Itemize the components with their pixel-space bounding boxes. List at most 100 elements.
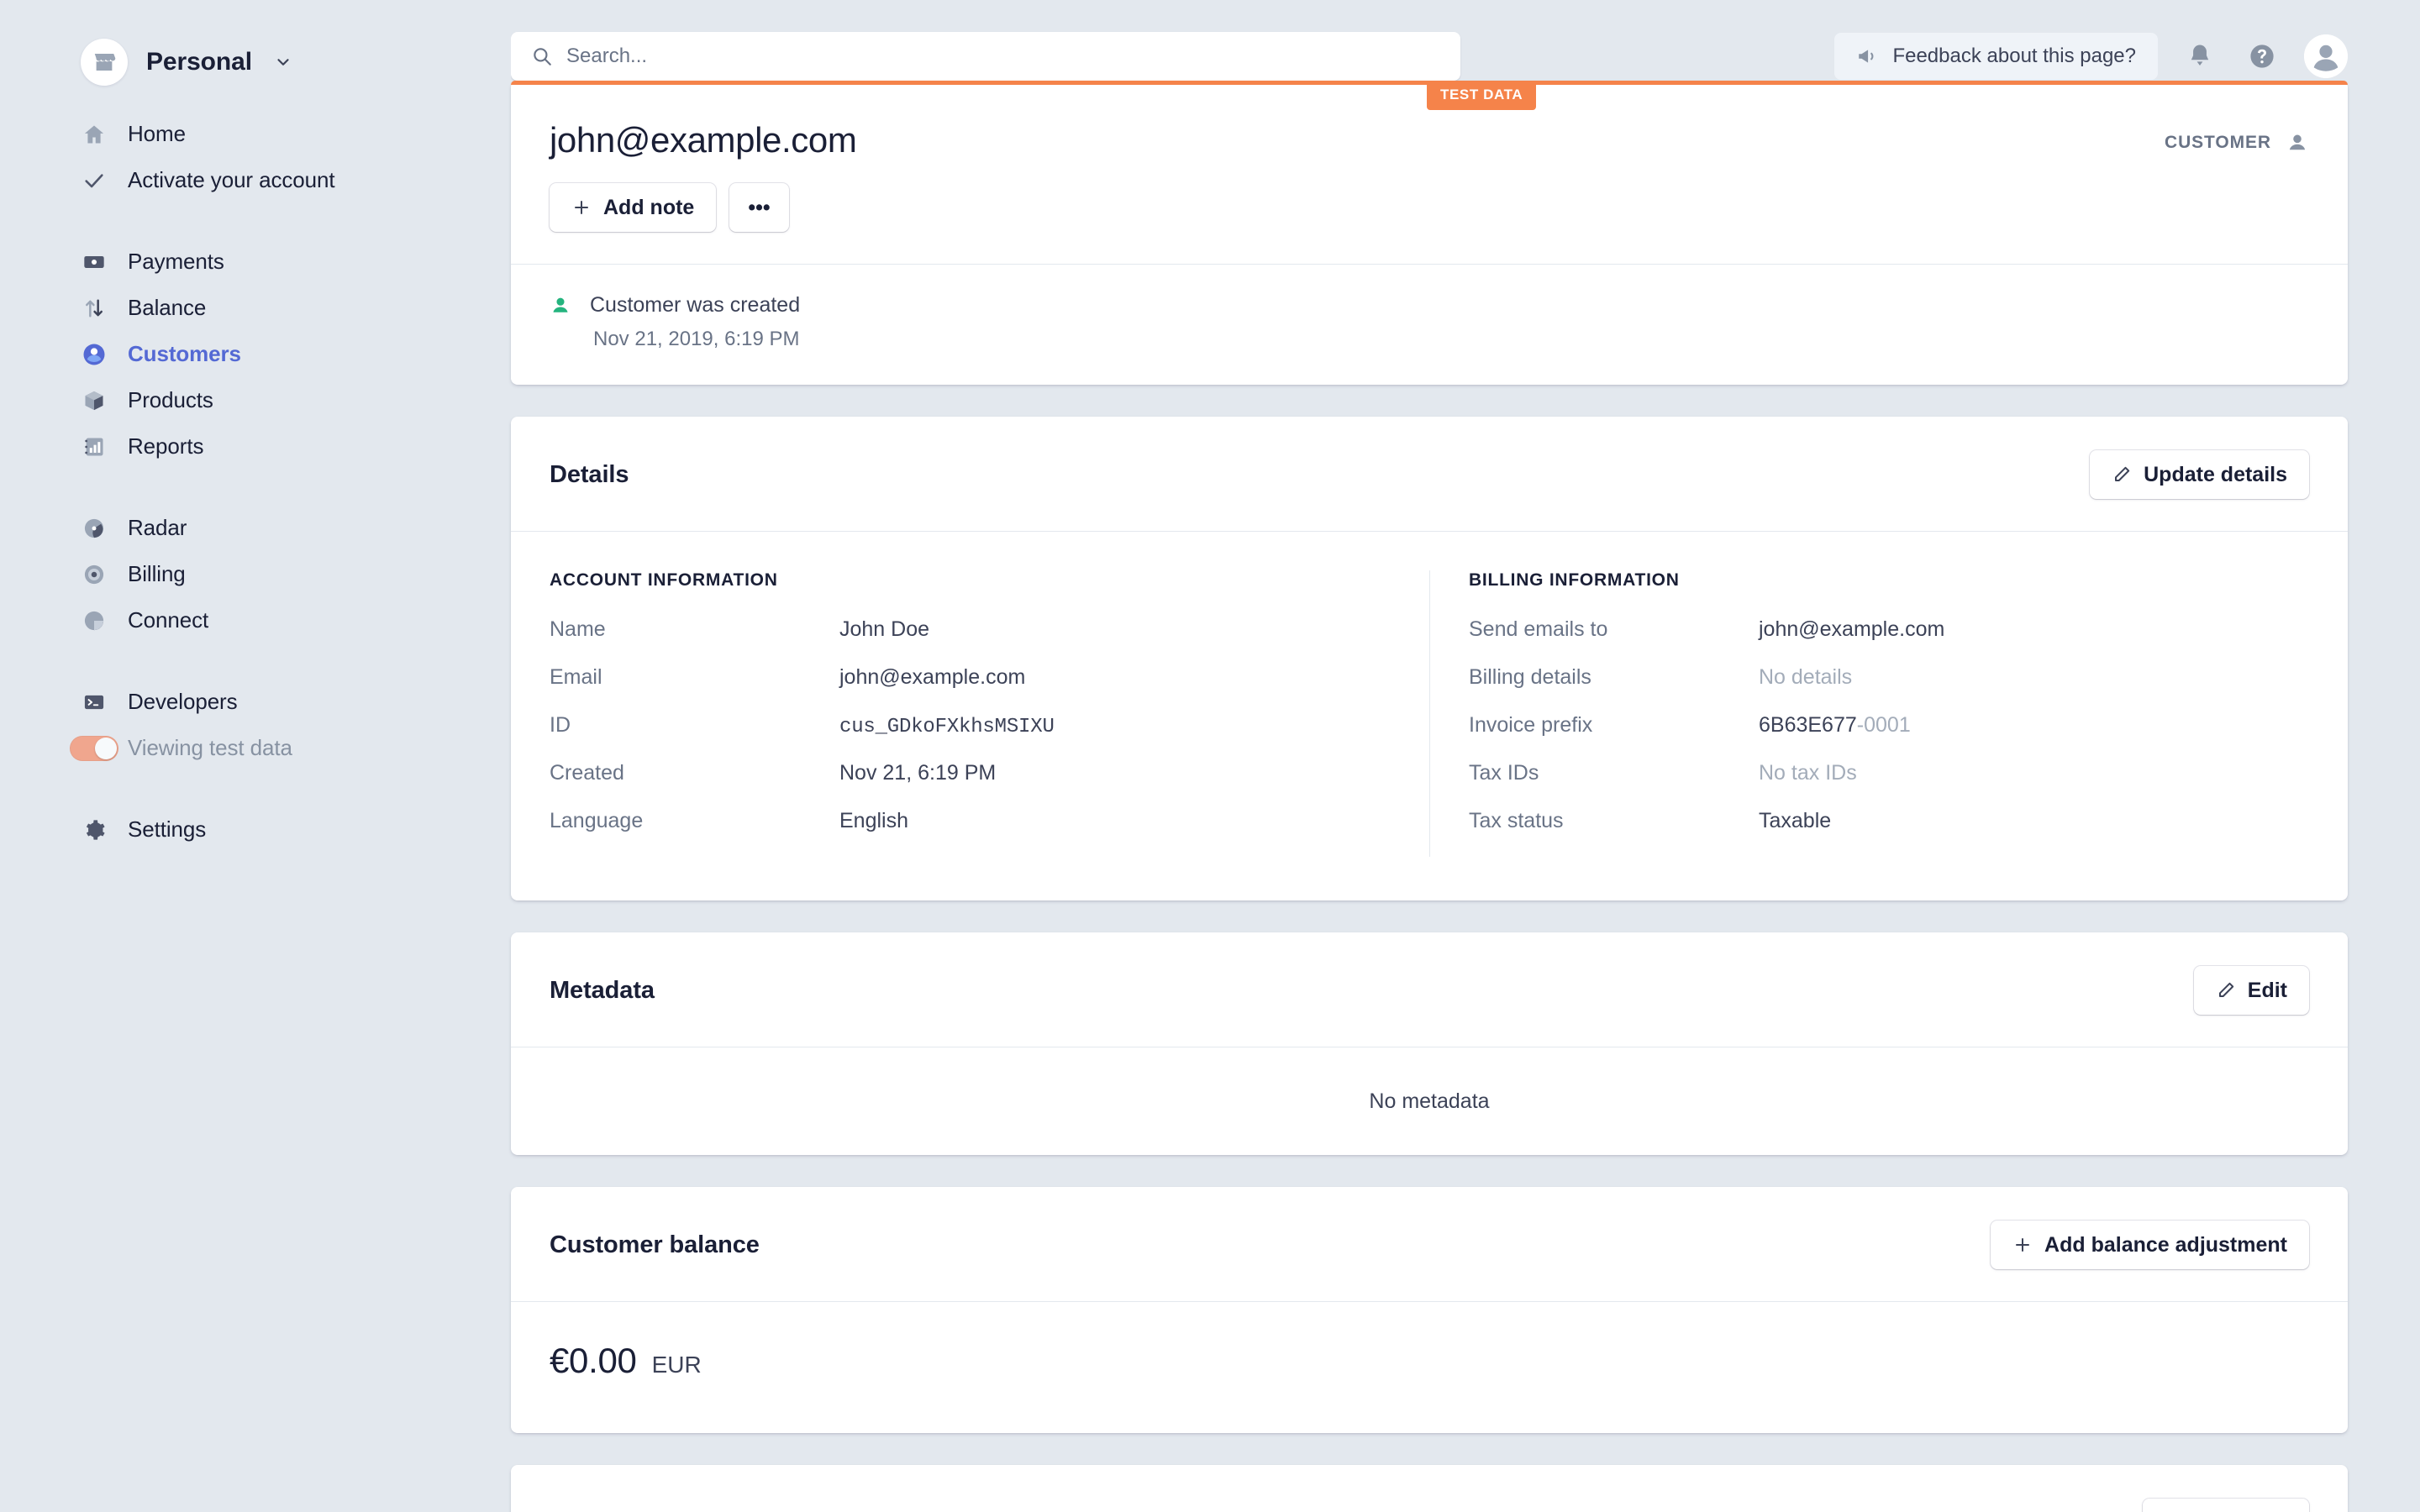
edit-metadata-button[interactable]: Edit — [2194, 966, 2309, 1015]
top-bar: Feedback about this page? — [511, 0, 2420, 81]
sidebar-item-label: Developers — [128, 689, 238, 715]
detail-value: No details — [1759, 665, 1852, 690]
top-bar-actions: Feedback about this page? — [1834, 32, 2348, 81]
search-bar[interactable] — [511, 32, 1460, 81]
ellipsis-icon: ••• — [748, 196, 770, 220]
balance-arrows-icon — [81, 295, 108, 322]
sidebar-item-radar[interactable]: Radar — [0, 505, 511, 551]
connect-icon — [81, 607, 108, 634]
sidebar-group-developers: Developers Viewing test data — [0, 679, 511, 771]
detail-row: Invoice prefix 6B63E677-0001 — [1469, 713, 2275, 761]
sidebar-item-label: Radar — [128, 515, 187, 541]
sidebar-item-payments[interactable]: Payments — [0, 239, 511, 285]
detail-value: Nov 21, 6:19 PM — [839, 761, 996, 785]
sidebar-item-billing[interactable]: Billing — [0, 551, 511, 597]
detail-value: john@example.com — [839, 665, 1025, 690]
sidebar-item-balance[interactable]: Balance — [0, 285, 511, 331]
sidebar-item-label: Activate your account — [128, 167, 334, 193]
sidebar-item-activate-your-account[interactable]: Activate your account — [0, 157, 511, 203]
sidebar-item-customers[interactable]: Customers — [0, 331, 511, 377]
detail-row: Tax IDs No tax IDs — [1469, 761, 2275, 809]
sidebar-group-primary: Home Activate your account — [0, 111, 511, 203]
main-area: Feedback about this page? — [511, 0, 2420, 1512]
sidebar-item-viewing-test-data[interactable]: Viewing test data — [0, 725, 511, 771]
detail-key: Billing details — [1469, 665, 1759, 690]
test-data-badge: TEST DATA — [1427, 81, 1536, 110]
customer-header-card: TEST DATA john@example.com Add note — [511, 81, 2348, 385]
edit-metadata-label: Edit — [2248, 979, 2287, 1003]
balance-currency: EUR — [652, 1352, 702, 1378]
account-switcher[interactable]: Personal — [0, 0, 511, 92]
feedback-label: Feedback about this page? — [1892, 45, 2136, 68]
invoice-prefix-suffix: -0001 — [1857, 713, 1911, 737]
search-icon — [531, 45, 553, 67]
gear-icon — [81, 816, 108, 843]
update-details-button[interactable]: Update details — [2090, 450, 2309, 499]
toggle-on-icon[interactable] — [81, 735, 108, 762]
sidebar-item-label: Settings — [128, 816, 206, 843]
sidebar-item-developers[interactable]: Developers — [0, 679, 511, 725]
detail-value: Taxable — [1759, 809, 1831, 833]
object-type-tag: CUSTOMER — [2165, 121, 2309, 155]
feedback-button[interactable]: Feedback about this page? — [1834, 33, 2158, 80]
detail-key: Tax status — [1469, 809, 1759, 833]
add-balance-adjustment-label: Add balance adjustment — [2044, 1233, 2287, 1257]
sidebar-item-connect[interactable]: Connect — [0, 597, 511, 643]
sidebar-item-label: Payments — [128, 249, 224, 275]
plus-icon — [571, 197, 592, 218]
detail-value: No tax IDs — [1759, 761, 1857, 785]
detail-row: Created Nov 21, 6:19 PM — [550, 761, 1396, 809]
detail-row: ID cus_GDkoFXkhsMSIXU — [550, 713, 1396, 761]
products-box-icon — [81, 387, 108, 414]
detail-row: Tax status Taxable — [1469, 809, 2275, 857]
account-information-column: ACCOUNT INFORMATION Name John Doe Email … — [550, 570, 1429, 857]
search-input[interactable] — [566, 45, 1440, 68]
person-green-icon — [550, 295, 571, 317]
app-root: Personal Home Activate your account — [0, 0, 2420, 1512]
question-circle-icon[interactable] — [2242, 36, 2282, 76]
sidebar-item-settings[interactable]: Settings — [0, 806, 511, 853]
detail-value: John Doe — [839, 617, 929, 642]
sidebar-item-label: Customers — [128, 341, 241, 367]
page-title: john@example.com — [550, 121, 856, 160]
sidebar-item-products[interactable]: Products — [0, 377, 511, 423]
sidebar-item-label: Products — [128, 387, 213, 413]
details-title: Details — [550, 461, 629, 489]
invoice-prefix-value: 6B63E677 — [1759, 713, 1857, 737]
sidebar-group-settings: Settings — [0, 806, 511, 853]
balance-amount: €0.00 — [550, 1341, 637, 1381]
account-name: Personal — [146, 48, 252, 76]
metadata-title: Metadata — [550, 977, 655, 1005]
detail-value: English — [839, 809, 908, 833]
sidebar-item-label: Connect — [128, 607, 208, 633]
detail-row: Send emails to john@example.com — [1469, 617, 2275, 665]
home-icon — [81, 121, 108, 148]
sidebar-item-label: Viewing test data — [128, 735, 292, 761]
timeline-event: Customer was created Nov 21, 2019, 6:19 … — [511, 265, 2348, 385]
object-type-label: CUSTOMER — [2165, 133, 2271, 153]
detail-value: john@example.com — [1759, 617, 1944, 642]
store-icon — [81, 39, 128, 86]
event-timestamp: Nov 21, 2019, 6:19 PM — [593, 328, 2309, 351]
add-note-button[interactable]: Add note — [550, 183, 716, 232]
customers-icon — [81, 341, 108, 368]
avatar[interactable] — [2304, 34, 2348, 78]
detail-value: 6B63E677-0001 — [1759, 713, 1911, 738]
add-balance-adjustment-button[interactable]: Add balance adjustment — [1991, 1221, 2309, 1269]
add-card-button[interactable]: Add card — [2143, 1499, 2309, 1512]
billing-icon — [81, 561, 108, 588]
detail-key: Language — [550, 809, 839, 833]
bell-icon[interactable] — [2180, 36, 2220, 76]
sidebar-item-label: Balance — [128, 295, 206, 321]
detail-key: Email — [550, 665, 839, 690]
sidebar-item-label: Billing — [128, 561, 186, 587]
detail-key: Created — [550, 761, 839, 785]
more-actions-button[interactable]: ••• — [729, 183, 788, 232]
customer-balance-card: Customer balance Add balance adjustment … — [511, 1187, 2348, 1433]
payments-icon — [81, 249, 108, 276]
sidebar-item-reports[interactable]: Reports — [0, 423, 511, 470]
reports-bar-icon — [81, 433, 108, 460]
pencil-icon — [2216, 980, 2236, 1000]
update-details-label: Update details — [2144, 463, 2287, 487]
sidebar-item-home[interactable]: Home — [0, 111, 511, 157]
